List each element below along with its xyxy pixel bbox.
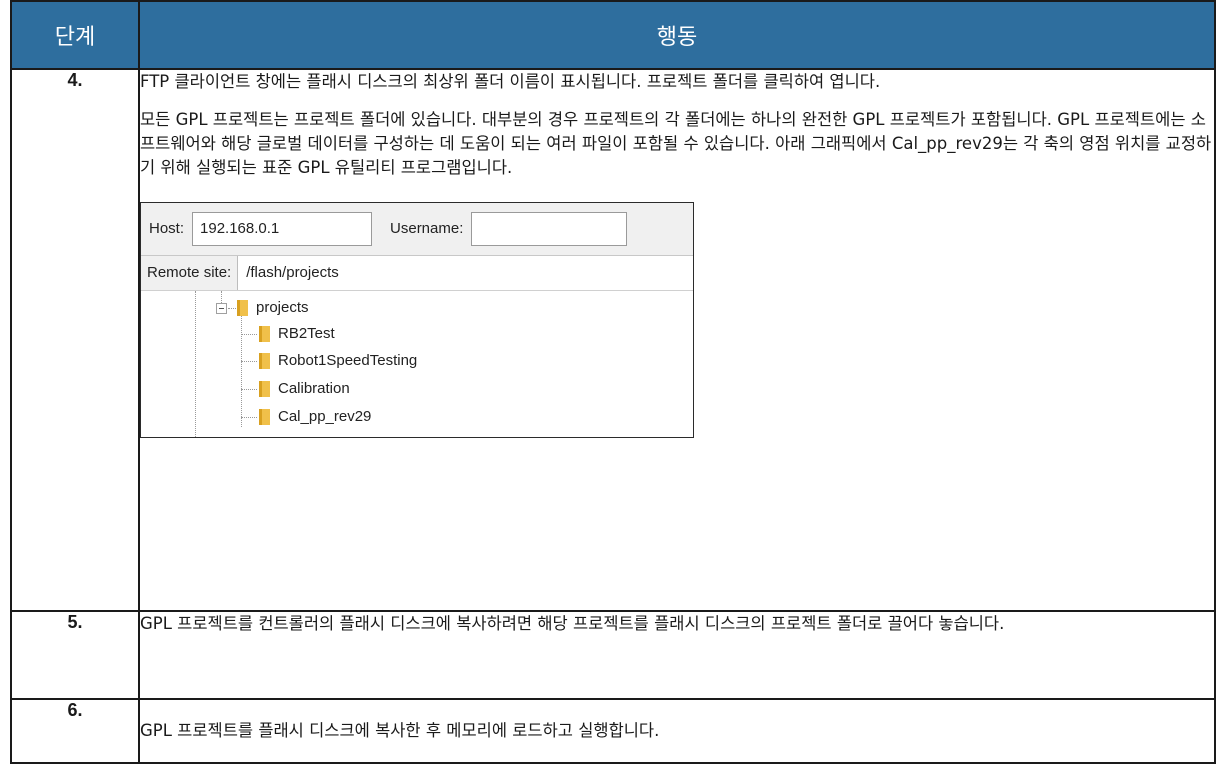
table-row: 6. GPL 프로젝트를 플래시 디스크에 복사한 후 메모리에 로드하고 실행…	[10, 698, 1216, 764]
step-action: GPL 프로젝트를 컨트롤러의 플래시 디스크에 복사하려면 해당 프로젝트를 …	[138, 610, 1216, 700]
host-label: Host:	[149, 220, 185, 237]
folder-label: Calibration	[278, 380, 350, 397]
step-number: 4.	[10, 68, 140, 612]
steps-table: 단계 행동 4. FTP 클라이언트 창에는 플래시 디스크의 최상위 폴더 이…	[10, 0, 1216, 764]
remote-site-path[interactable]: /flash/projects	[238, 256, 339, 290]
paragraph: FTP 클라이언트 창에는 플래시 디스크의 최상위 폴더 이름이 표시됩니다.…	[140, 72, 881, 91]
table-header-row: 단계 행동	[10, 0, 1216, 70]
tree-connector	[241, 361, 257, 362]
table-row: 4. FTP 클라이언트 창에는 플래시 디스크의 최상위 폴더 이름이 표시됩…	[10, 68, 1216, 612]
tree-connector	[228, 308, 236, 309]
username-label: Username:	[390, 220, 464, 237]
procedure-page: 단계 행동 4. FTP 클라이언트 창에는 플래시 디스크의 최상위 폴더 이…	[10, 0, 1216, 772]
header-action: 행동	[138, 0, 1216, 70]
remote-site-bar: Remote site: /flash/projects	[141, 256, 693, 291]
tree-node-robot1speedtesting[interactable]: Robot1SpeedTesting	[259, 350, 417, 372]
table-row: 5. GPL 프로젝트를 컨트롤러의 플래시 디스크에 복사하려면 해당 프로젝…	[10, 610, 1216, 700]
tree-node-rb2test[interactable]: RB2Test	[259, 323, 335, 345]
tree-node-calibration[interactable]: Calibration	[259, 378, 350, 400]
folder-icon	[259, 353, 270, 369]
folder-icon	[259, 409, 270, 425]
folder-icon	[259, 326, 270, 342]
tree-guide-line	[241, 313, 242, 427]
folder-label: projects	[256, 299, 309, 316]
step-action: FTP 클라이언트 창에는 플래시 디스크의 최상위 폴더 이름이 표시됩니다.…	[138, 68, 1216, 612]
folder-label: RB2Test	[278, 325, 335, 342]
username-input[interactable]	[471, 212, 628, 246]
step-number: 5.	[10, 610, 140, 700]
folder-icon	[259, 381, 270, 397]
host-input[interactable]: 192.168.0.1	[192, 212, 373, 246]
step-action: GPL 프로젝트를 플래시 디스크에 복사한 후 메모리에 로드하고 실행합니다…	[138, 698, 1216, 764]
header-step: 단계	[10, 0, 140, 70]
folder-icon	[237, 300, 248, 316]
remote-site-label: Remote site:	[141, 256, 239, 290]
step-number: 6.	[10, 698, 140, 764]
tree-node-projects[interactable]: projects	[237, 297, 309, 319]
tree-connector	[241, 417, 257, 418]
tree-connector	[241, 389, 257, 390]
ftp-connection-bar: Host: 192.168.0.1 Username:	[141, 203, 693, 256]
folder-label: Cal_pp_rev29	[278, 408, 372, 425]
collapse-icon[interactable]	[216, 303, 227, 314]
tree-node-cal-pp-rev29[interactable]: Cal_pp_rev29	[259, 406, 371, 428]
folder-tree: projects RB2Test Robot1SpeedTesting Cali…	[141, 291, 693, 437]
tree-guide-line	[195, 291, 196, 437]
folder-label: Robot1SpeedTesting	[278, 352, 418, 369]
paragraph: 모든 GPL 프로젝트는 프로젝트 폴더에 있습니다. 대부분의 경우 프로젝트…	[140, 110, 1212, 177]
ftp-client-screenshot: Host: 192.168.0.1 Username: Remote site:…	[140, 202, 694, 438]
tree-connector	[241, 334, 257, 335]
